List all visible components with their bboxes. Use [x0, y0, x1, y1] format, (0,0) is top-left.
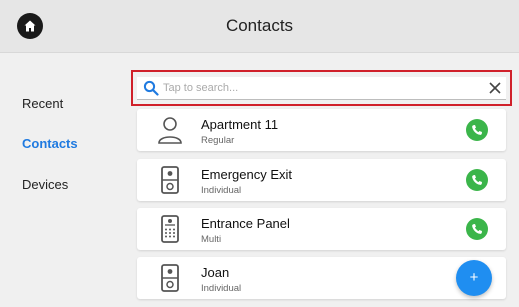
contact-name: Entrance Panel	[201, 216, 290, 231]
search-bar[interactable]	[137, 77, 506, 100]
sidebar: Recent Contacts Devices	[0, 52, 128, 307]
search-input[interactable]	[163, 79, 463, 97]
contact-name: Apartment 11	[201, 117, 279, 132]
phone-icon	[472, 125, 482, 135]
call-button[interactable]	[466, 169, 488, 191]
close-icon[interactable]	[488, 81, 502, 95]
intercom-icon	[161, 264, 179, 292]
contact-name: Emergency Exit	[201, 167, 293, 182]
sidebar-item-contacts[interactable]: Contacts	[22, 136, 78, 151]
contact-type: Multi	[201, 234, 222, 245]
intercom-icon	[161, 166, 179, 194]
contact-type: Regular	[201, 135, 235, 146]
contact-card[interactable]: Joan Individual	[137, 257, 506, 299]
phone-icon	[472, 224, 482, 234]
contact-card[interactable]: Entrance Panel Multi	[137, 208, 506, 250]
phone-icon	[472, 175, 482, 185]
search-icon	[143, 80, 159, 96]
sidebar-item-recent[interactable]: Recent	[22, 96, 63, 111]
keypad-panel-icon	[161, 215, 179, 243]
contact-name: Joan	[201, 265, 230, 280]
contact-type: Individual	[201, 185, 242, 196]
contact-card[interactable]: Emergency Exit Individual	[137, 159, 506, 201]
contact-type: Individual	[201, 283, 242, 294]
contact-card[interactable]: Apartment 11 Regular	[137, 109, 506, 151]
person-icon	[158, 117, 182, 144]
sidebar-item-devices[interactable]: Devices	[22, 177, 68, 192]
add-contact-button[interactable]: +	[456, 260, 492, 296]
call-button[interactable]	[466, 119, 488, 141]
call-button[interactable]	[466, 218, 488, 240]
top-bar: Contacts	[0, 0, 519, 53]
page-title: Contacts	[225, 16, 294, 35]
